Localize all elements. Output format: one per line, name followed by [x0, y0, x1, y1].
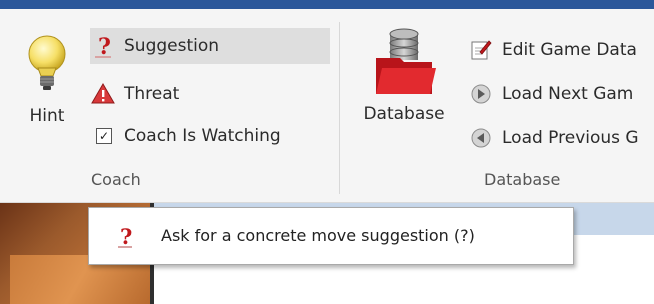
database-folder-icon — [376, 28, 436, 94]
load-next-game-button[interactable]: Load Next Gam — [468, 76, 633, 112]
previous-arrow-icon — [468, 125, 494, 151]
hint-label: Hint — [29, 106, 65, 126]
checkbox-checked-icon[interactable]: ✓ — [96, 128, 112, 144]
database-group-label: Database — [484, 170, 561, 189]
edit-game-data-button[interactable]: Edit Game Data — [468, 32, 637, 68]
load-previous-game-label: Load Previous G — [502, 128, 639, 148]
coach-is-watching-label: Coach Is Watching — [124, 126, 281, 146]
next-arrow-icon — [468, 81, 494, 107]
tooltip-text: Ask for a concrete move suggestion (?) — [161, 226, 475, 245]
database-label: Database — [363, 104, 445, 124]
lightbulb-icon — [28, 35, 66, 90]
edit-document-icon — [468, 37, 494, 63]
threat-label: Threat — [124, 84, 180, 104]
suggestion-label: Suggestion — [124, 36, 220, 56]
warning-triangle-icon — [90, 81, 116, 107]
question-mark-icon: ? — [115, 224, 135, 254]
load-next-game-label: Load Next Gam — [502, 84, 634, 104]
hint-button[interactable]: Hint — [18, 32, 76, 132]
edit-game-data-label: Edit Game Data — [502, 40, 637, 60]
coach-group-label: Coach — [91, 170, 141, 189]
group-separator — [339, 22, 340, 194]
suggestion-tooltip: ? Ask for a concrete move suggestion (?) — [88, 207, 574, 265]
svg-text:?: ? — [98, 34, 111, 59]
suggestion-button[interactable]: ? Suggestion — [90, 28, 330, 64]
database-button[interactable]: Database — [356, 28, 452, 138]
svg-text:?: ? — [120, 224, 132, 249]
window-title-bar — [0, 0, 654, 9]
question-mark-icon: ? — [90, 33, 116, 59]
load-previous-game-button[interactable]: Load Previous G — [468, 120, 639, 156]
coach-is-watching-checkbox[interactable]: ✓ Coach Is Watching — [94, 118, 281, 154]
threat-button[interactable]: Threat — [90, 76, 179, 112]
